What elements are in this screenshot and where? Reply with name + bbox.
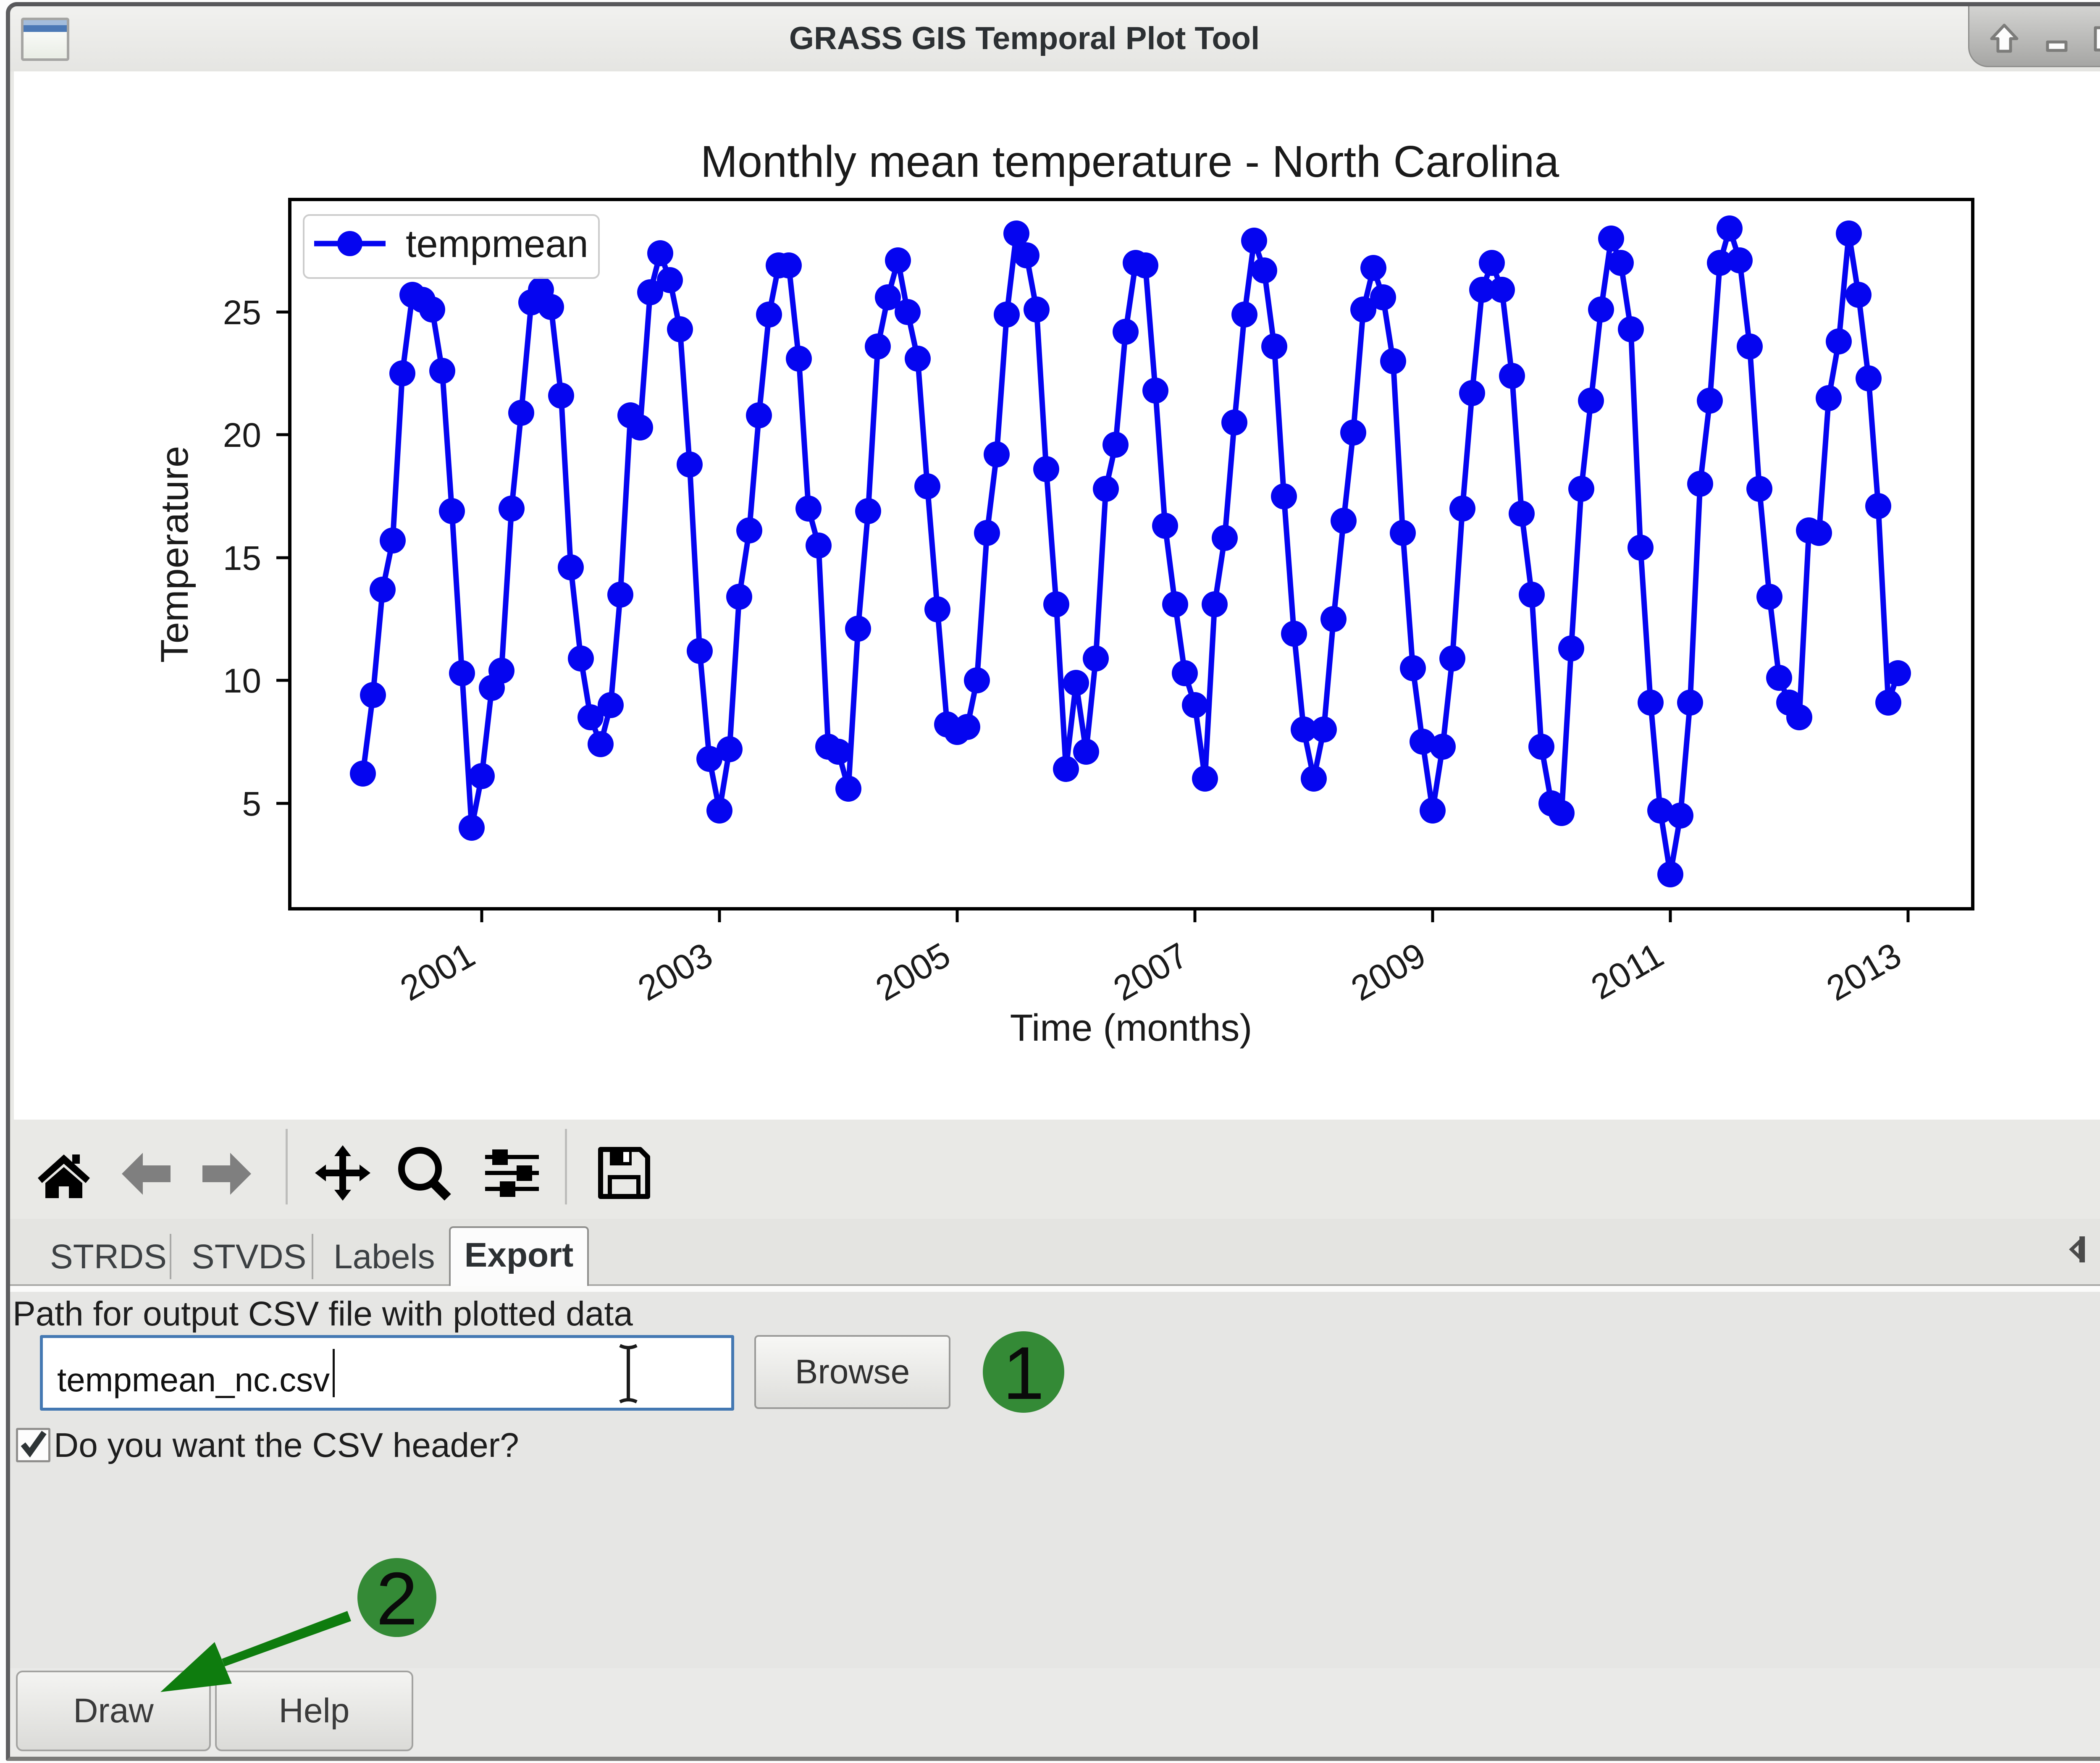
svg-text:Monthly mean temperature - Nor: Monthly mean temperature - North Carolin… (701, 137, 1559, 186)
svg-text:2013: 2013 (1820, 935, 1908, 1008)
svg-text:2003: 2003 (631, 935, 719, 1008)
svg-text:2005: 2005 (869, 935, 957, 1008)
svg-text:25: 25 (223, 294, 261, 332)
svg-text:Time (months): Time (months) (1010, 1007, 1252, 1049)
svg-text:2001: 2001 (394, 935, 481, 1008)
svg-text:2007: 2007 (1107, 935, 1194, 1008)
svg-text:10: 10 (223, 662, 261, 700)
svg-text:15: 15 (223, 539, 261, 577)
svg-text:20: 20 (223, 416, 261, 454)
svg-text:tempmean: tempmean (406, 223, 588, 265)
svg-text:Temperature: Temperature (153, 446, 196, 663)
svg-text:2011: 2011 (1585, 935, 1670, 1007)
svg-text:2009: 2009 (1344, 935, 1432, 1008)
svg-text:5: 5 (242, 785, 261, 823)
